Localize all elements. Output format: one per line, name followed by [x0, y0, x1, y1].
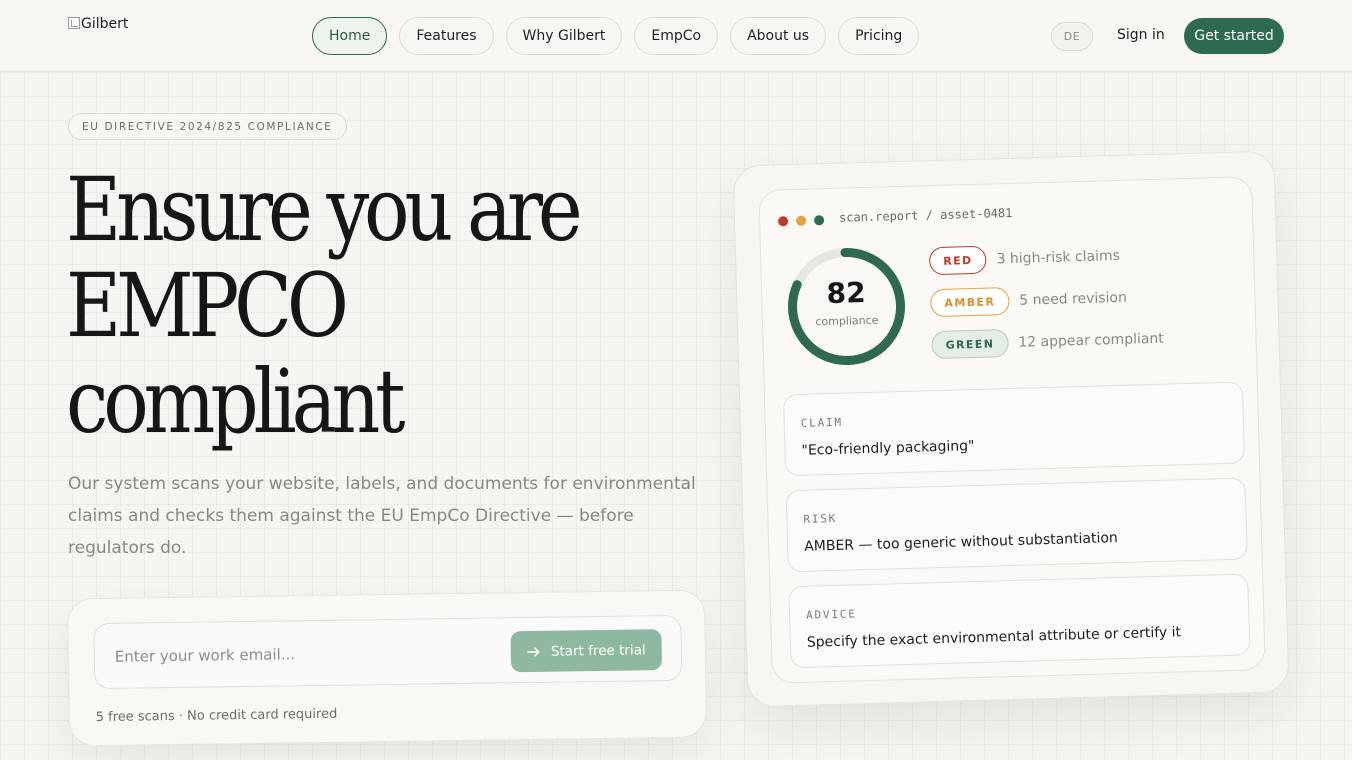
window-dots [777, 215, 825, 227]
claim-value: "Eco-friendly packaging" [801, 438, 975, 459]
email-field-wrapper: Start free trial [93, 614, 683, 690]
sign-in-link[interactable]: Sign in [1117, 27, 1165, 43]
claim-card: CLAIM "Eco-friendly packaging" [782, 381, 1246, 477]
window-dot-amber [795, 215, 807, 226]
logo-alt-text: Gilbert [81, 16, 129, 32]
claim-label: CLAIM [800, 415, 844, 430]
email-input[interactable] [114, 638, 495, 670]
nav-item-why-gilbert[interactable]: Why Gilbert [505, 17, 623, 55]
site-header: Gilbert Home Features Why Gilbert EmpCo … [0, 0, 1352, 72]
get-started-button[interactable]: Get started [1184, 18, 1284, 54]
main-nav: Home Features Why Gilbert EmpCo About us… [312, 17, 920, 55]
green-count-text: 12 appear compliant [1018, 330, 1165, 351]
scan-report-window: scan.report / asset-0481 82 compliance R… [758, 176, 1266, 684]
logo[interactable]: Gilbert [68, 16, 128, 32]
risk-card: RISK AMBER — too generic without substan… [785, 477, 1248, 573]
amber-count-text: 5 need revision [1019, 289, 1128, 309]
nav-item-empco[interactable]: EmpCo [634, 17, 719, 55]
report-filename: scan.report / asset-0481 [838, 205, 1013, 225]
start-free-trial-button[interactable]: Start free trial [510, 629, 663, 673]
legend-row-green: GREEN 12 appear compliant [931, 324, 1164, 360]
broken-image-icon [68, 17, 80, 29]
window-dot-red [777, 216, 789, 227]
risk-legend: RED 3 high-risk claims AMBER 5 need revi… [928, 240, 1165, 372]
language-switch[interactable]: DE [1051, 22, 1093, 51]
risk-value: AMBER — too generic without substantiati… [803, 530, 1119, 555]
compliance-score: 82 [826, 276, 867, 311]
start-free-trial-label: Start free trial [550, 641, 646, 660]
advice-value: Specify the exact environmental attribut… [806, 624, 1182, 651]
window-dot-green [813, 215, 825, 226]
signup-card: Start free trial 5 free scans · No credi… [66, 589, 708, 747]
compliance-badge: EU DIRECTIVE 2024/825 COMPLIANCE [68, 113, 347, 140]
scan-report-card: scan.report / asset-0481 82 compliance R… [732, 150, 1290, 708]
arrow-right-icon [527, 646, 540, 657]
nav-item-home[interactable]: Home [312, 17, 388, 55]
legend-row-amber: AMBER 5 need revision [930, 282, 1163, 318]
risk-label: RISK [803, 511, 838, 526]
red-count-text: 3 high-risk claims [996, 247, 1121, 268]
nav-item-about-us[interactable]: About us [730, 17, 827, 55]
headline-line-2: EMPCO [66, 254, 349, 357]
fineprint: 5 free scans · No credit card required [95, 706, 338, 726]
red-pill: RED [928, 245, 987, 276]
nav-item-features[interactable]: Features [399, 17, 494, 55]
advice-card: ADVICE Specify the exact environmental a… [788, 573, 1251, 669]
amber-pill: AMBER [930, 287, 1010, 318]
legend-row-red: RED 3 high-risk claims [928, 240, 1162, 276]
hero-headline: Ensure you are EMPCO compliant [66, 158, 583, 453]
headline-line-1: Ensure you are [66, 158, 583, 261]
nav-item-pricing[interactable]: Pricing [838, 17, 920, 55]
hero-subtext: Our system scans your website, labels, a… [68, 474, 696, 558]
headline-line-3: compliant [66, 350, 406, 453]
advice-label: ADVICE [805, 607, 857, 622]
green-pill: GREEN [931, 329, 1009, 360]
